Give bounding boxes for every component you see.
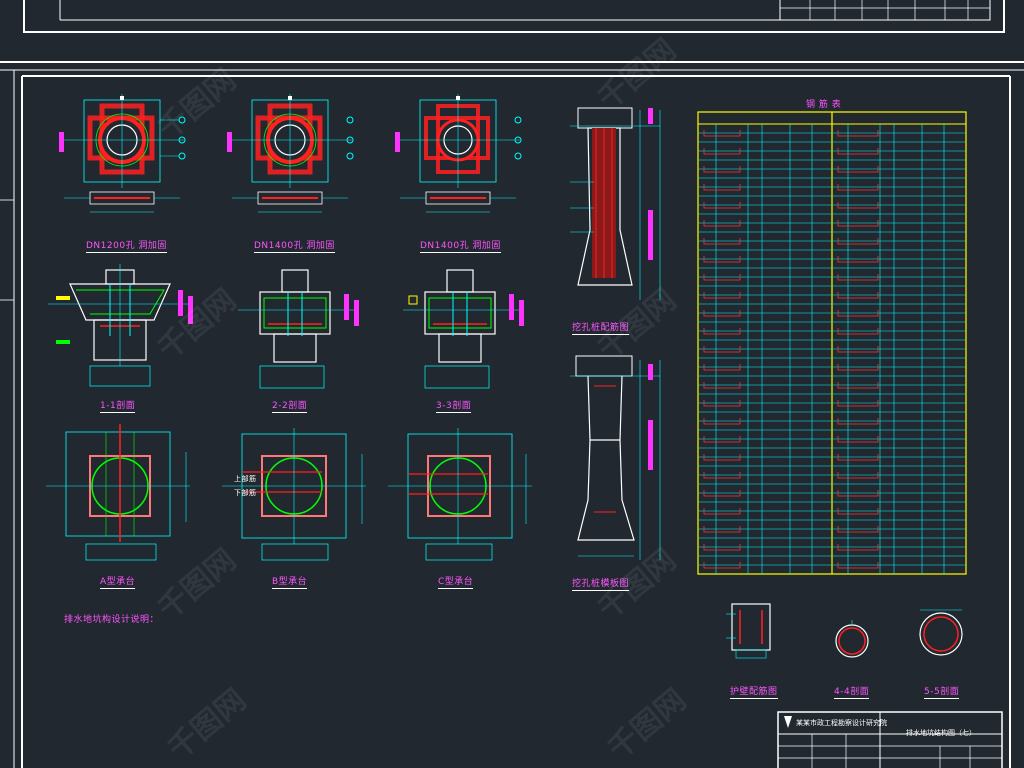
label-section-2-2: 2-2剖面 xyxy=(272,398,308,413)
label-pile-outline: 挖孔桩模板图 xyxy=(572,576,630,591)
section-5-5-detail xyxy=(919,609,963,656)
pile-rebar-drawing xyxy=(570,107,661,300)
main-sheet-frame xyxy=(0,61,1024,768)
title-block-company: 某某市政工程勘察设计研究院 xyxy=(796,719,887,727)
label-design-note: 排水地坑构设计说明： xyxy=(64,615,160,625)
hole-plan-2 xyxy=(227,94,354,213)
label-table-title: 钢 筋 表 xyxy=(806,100,842,110)
cap-plan-a xyxy=(46,424,190,561)
label-hole-dn1200: DN1200孔 洞加固 xyxy=(86,238,167,253)
label-cap-b: B型承台 xyxy=(272,574,308,589)
section-2-2 xyxy=(238,269,359,389)
wall-rebar-detail xyxy=(726,603,771,659)
hole-plan-1 xyxy=(59,94,186,213)
section-4-4-detail xyxy=(835,620,869,658)
label-wall-section: 护壁配筋图 xyxy=(730,684,778,699)
section-1-1 xyxy=(48,264,193,387)
label-hole-dn1400-a: DN1400孔 洞加固 xyxy=(254,238,335,253)
label-section-4-4: 4-4剖面 xyxy=(834,684,870,699)
title-block-drawing-title: 排水地坑结构图（七） xyxy=(906,729,976,737)
hole-plan-3 xyxy=(395,94,522,213)
pile-outline-drawing xyxy=(570,355,661,560)
label-up-rebar: 上部筋 xyxy=(234,475,257,483)
cad-drawing-canvas xyxy=(0,0,1024,768)
section-3-3 xyxy=(403,269,524,389)
label-section-1-1: 1-1剖面 xyxy=(100,398,136,413)
rebar-schedule-table xyxy=(697,111,967,575)
label-cap-a: A型承台 xyxy=(100,574,136,589)
label-down-rebar: 下部筋 xyxy=(234,489,257,497)
label-section-3-3: 3-3剖面 xyxy=(436,398,472,413)
cap-plan-c xyxy=(388,428,532,561)
label-cap-c: C型承台 xyxy=(438,574,474,589)
top-sheet-frame xyxy=(23,0,1005,33)
label-pile-section: 挖孔桩配筋图 xyxy=(572,320,630,335)
label-section-5-5: 5-5剖面 xyxy=(924,684,960,699)
label-hole-dn1400-b: DN1400孔 洞加固 xyxy=(420,238,501,253)
